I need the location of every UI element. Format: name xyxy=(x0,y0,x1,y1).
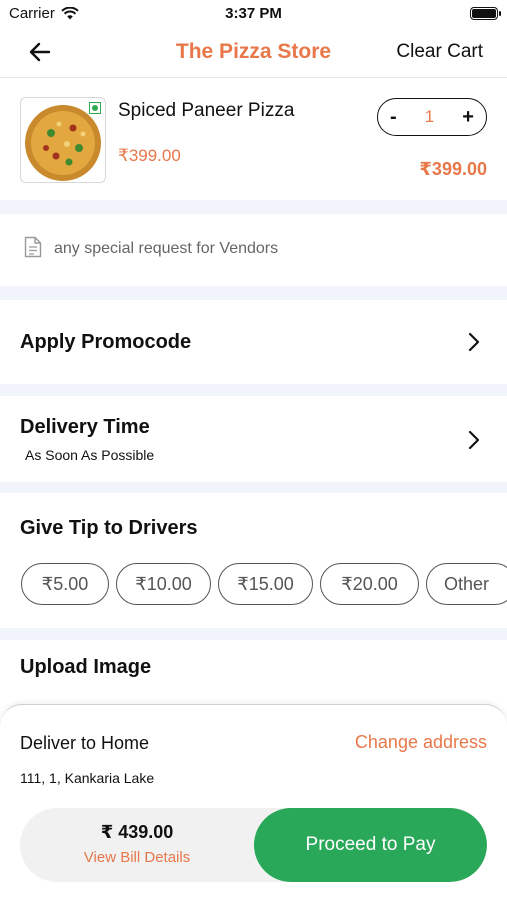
checkout-sheet: Deliver to Home Change address 111, 1, K… xyxy=(0,704,507,900)
driver-tip-section: Give Tip to Drivers ₹5.00 ₹10.00 ₹15.00 … xyxy=(0,493,507,628)
quantity-stepper: - 1 + xyxy=(377,98,487,136)
section-divider xyxy=(0,200,507,214)
upload-image-label: Upload Image xyxy=(20,656,152,678)
item-line-total: ₹399.00 xyxy=(419,159,487,179)
tip-chip[interactable]: ₹20.00 xyxy=(320,563,419,605)
chevron-right-icon xyxy=(468,332,480,352)
cart-item: Spiced Paneer Pizza ₹399.00 - 1 + ₹399.0… xyxy=(0,90,507,200)
tip-chip-other[interactable]: Other xyxy=(426,563,507,605)
chevron-right-icon xyxy=(468,430,480,450)
delivery-time-label: Delivery Time xyxy=(20,416,150,438)
decrease-quantity-button[interactable]: - xyxy=(390,106,397,129)
section-divider xyxy=(0,628,507,640)
battery-icon xyxy=(470,7,501,20)
section-divider xyxy=(0,384,507,396)
pizza-thumbnail xyxy=(20,97,106,183)
promocode-label: Apply Promocode xyxy=(20,331,192,353)
note-icon xyxy=(24,236,42,258)
delivery-time-value: As Soon As Possible xyxy=(25,447,155,463)
clock: 3:37 PM xyxy=(225,5,282,22)
upload-image-row[interactable]: Upload Image xyxy=(0,640,507,700)
nav-header: The Pizza Store Clear Cart xyxy=(0,28,507,78)
special-request-field[interactable]: any special request for Vendors xyxy=(0,214,507,286)
tip-chip[interactable]: ₹15.00 xyxy=(218,563,313,605)
delivery-time-row[interactable]: Delivery Time As Soon As Possible xyxy=(0,396,507,482)
proceed-to-pay-button[interactable]: Proceed to Pay xyxy=(254,808,487,882)
tip-chip[interactable]: ₹5.00 xyxy=(21,563,109,605)
apply-promocode-row[interactable]: Apply Promocode xyxy=(0,300,507,384)
tip-options: ₹5.00 ₹10.00 ₹15.00 ₹20.00 Other xyxy=(21,563,507,605)
change-address-link[interactable]: Change address xyxy=(355,732,487,753)
view-bill-details-link[interactable]: View Bill Details xyxy=(20,849,254,866)
clear-cart-button[interactable]: Clear Cart xyxy=(396,41,483,63)
item-name: Spiced Paneer Pizza xyxy=(118,100,295,121)
section-divider xyxy=(0,286,507,300)
tip-chip[interactable]: ₹10.00 xyxy=(116,563,211,605)
delivery-address: 111, 1, Kankaria Lake xyxy=(20,770,155,786)
item-unit-price: ₹399.00 xyxy=(118,146,181,165)
special-request-placeholder: any special request for Vendors xyxy=(54,240,279,257)
order-total: ₹ 439.00 xyxy=(100,822,174,842)
tip-label: Give Tip to Drivers xyxy=(20,517,198,539)
payment-bar: ₹ 439.00 View Bill Details Proceed to Pa… xyxy=(20,808,487,882)
deliver-to-label: Deliver to Home xyxy=(20,733,150,753)
quantity-value: 1 xyxy=(424,107,435,126)
increase-quantity-button[interactable]: + xyxy=(462,106,474,129)
status-bar: Carrier 3:37 PM xyxy=(0,0,507,28)
veg-indicator-icon xyxy=(89,102,101,114)
section-divider xyxy=(0,482,507,493)
